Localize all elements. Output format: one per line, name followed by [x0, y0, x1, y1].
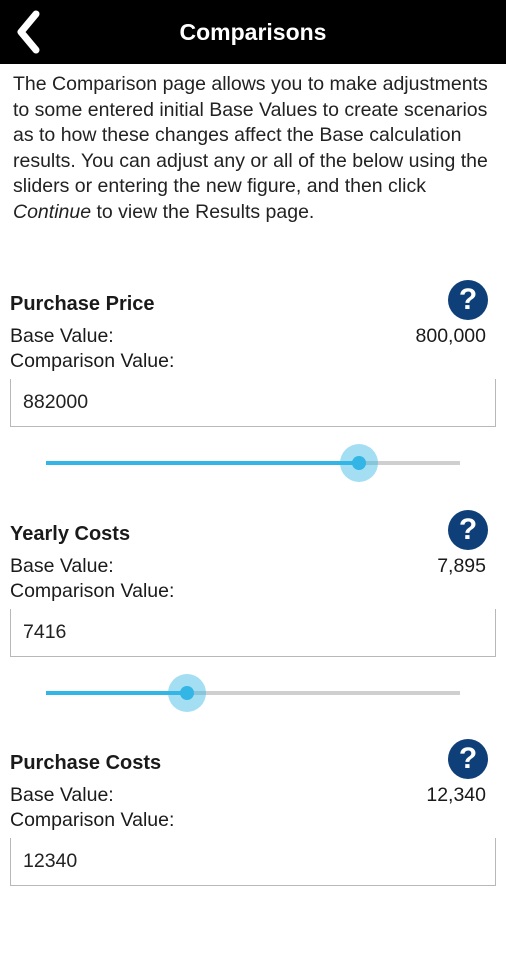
section-title: Purchase Costs — [10, 752, 162, 774]
yearly-costs-slider[interactable] — [46, 674, 460, 712]
question-mark-icon: ? — [458, 742, 478, 775]
comparison-value-label: Comparison Value: — [10, 809, 175, 831]
slider-thumb[interactable] — [179, 686, 194, 700]
purchase-price-input[interactable] — [11, 379, 495, 425]
slider-thumb[interactable] — [351, 456, 366, 470]
intro-text: The Comparison page allows you to make a… — [13, 72, 499, 225]
intro-text-part1: The Comparison page allows you to make a… — [13, 73, 488, 197]
question-mark-icon: ? — [458, 283, 478, 316]
page-title: Comparisons — [179, 19, 327, 45]
comparison-value-label: Comparison Value: — [10, 350, 175, 372]
base-value-label: Base Value: — [10, 325, 114, 347]
purchase-price-slider[interactable] — [46, 444, 460, 482]
question-mark-icon: ? — [458, 513, 478, 546]
base-value: 800,000 — [415, 325, 487, 347]
purchase-price-section: Purchase Price ? Base Value: 800,000 Com… — [0, 280, 506, 513]
comparison-input-wrapper — [10, 609, 496, 657]
help-button[interactable]: ? — [448, 739, 488, 779]
purchase-costs-section: Purchase Costs ? Base Value: 12,340 Comp… — [0, 739, 506, 972]
header-bar: Comparisons — [0, 0, 506, 64]
yearly-costs-section: Yearly Costs ? Base Value: 7,895 Compari… — [0, 510, 506, 743]
help-button[interactable]: ? — [448, 280, 488, 320]
slider-fill — [46, 691, 187, 695]
base-value: 12,340 — [426, 784, 486, 806]
comparison-value-label: Comparison Value: — [10, 580, 175, 602]
continue-emphasis: Continue — [13, 200, 92, 223]
base-value: 7,895 — [437, 555, 486, 577]
base-value-label: Base Value: — [10, 555, 114, 577]
section-title: Yearly Costs — [10, 523, 131, 545]
section-title: Purchase Price — [10, 293, 155, 315]
intro-text-part2: to view the Results page. — [91, 200, 315, 223]
comparison-input-wrapper — [10, 838, 496, 886]
yearly-costs-input[interactable] — [11, 609, 495, 655]
purchase-costs-input[interactable] — [11, 838, 495, 884]
base-value-label: Base Value: — [10, 784, 114, 806]
slider-fill — [46, 461, 359, 465]
comparison-input-wrapper — [10, 379, 496, 427]
help-button[interactable]: ? — [448, 510, 488, 550]
